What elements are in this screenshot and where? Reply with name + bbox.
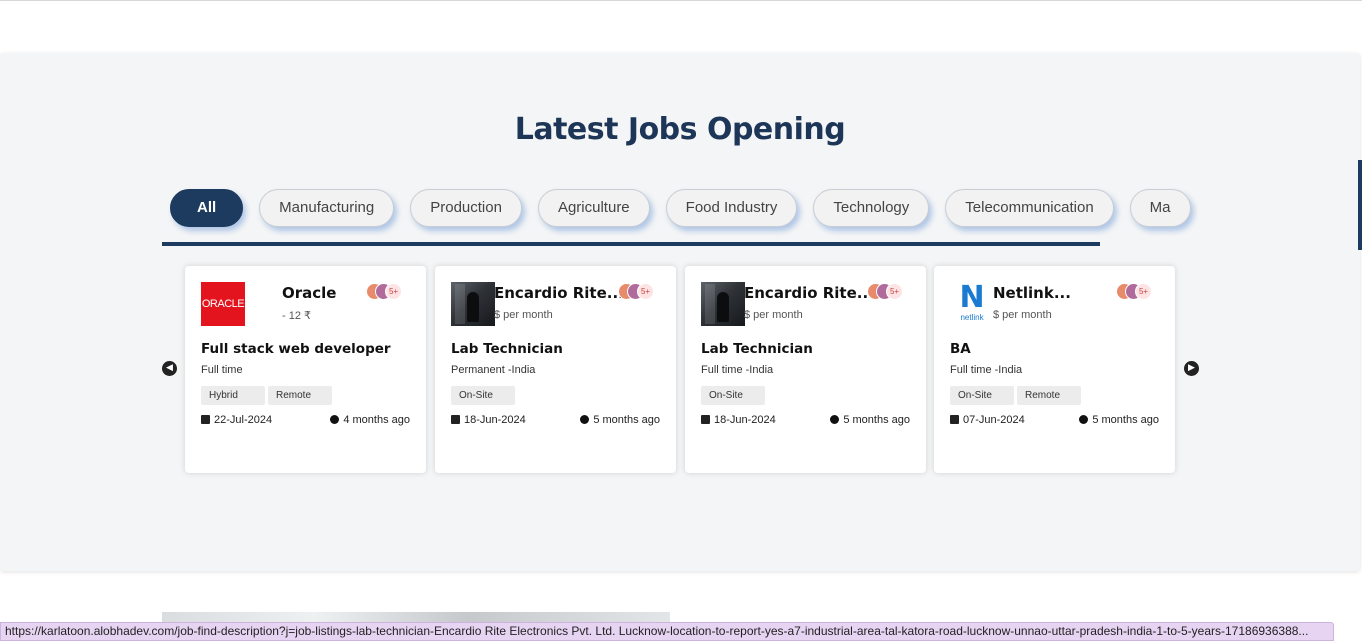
company-name: Encardio Rite... <box>744 284 874 302</box>
job-tags: On-Site <box>701 385 768 405</box>
avatar-more-count: 5+ <box>886 283 903 300</box>
clock-icon <box>580 415 590 424</box>
tag: On-Site <box>451 386 515 405</box>
company-name: Encardio Rite... <box>494 284 624 302</box>
calendar-icon <box>950 415 959 424</box>
job-tags: On-Site <box>451 385 518 405</box>
company-logo: N netlink <box>950 282 994 326</box>
tab-all[interactable]: All <box>170 189 244 227</box>
tab-telecommunication[interactable]: Telecommunication <box>945 189 1114 227</box>
side-scroll-marker <box>1358 160 1362 250</box>
job-card[interactable]: Encardio Rite... $ per month 5+ Lab Tech… <box>435 266 676 473</box>
posted-date: 18-Jun-2024 <box>701 414 776 426</box>
salary: $ per month <box>993 309 1052 321</box>
salary: $ per month <box>494 309 553 321</box>
posted-ago: 4 months ago <box>330 414 410 426</box>
tab-technology[interactable]: Technology <box>813 189 930 227</box>
applicant-avatars: 5+ <box>1116 283 1160 301</box>
avatar-more-count: 5+ <box>1135 283 1152 300</box>
tag: Hybrid <box>201 386 265 405</box>
clock-icon <box>330 415 340 424</box>
job-card[interactable]: N netlink Netlink... $ per month 5+ BA F… <box>934 266 1175 473</box>
applicant-avatars: 5+ <box>867 283 911 301</box>
posted-date: 07-Jun-2024 <box>950 414 1025 426</box>
tag: On-Site <box>701 386 765 405</box>
company-logo <box>701 282 745 326</box>
job-title[interactable]: Lab Technician <box>451 341 563 357</box>
posted-date: 18-Jun-2024 <box>451 414 526 426</box>
job-title[interactable]: Lab Technician <box>701 341 813 357</box>
tag: Remote <box>1017 386 1081 405</box>
posted-date: 22-Jul-2024 <box>201 414 272 426</box>
tab-more[interactable]: Ma <box>1129 189 1191 227</box>
job-card[interactable]: ORACLE Oracle - 12 ₹ 5+ Full stack web d… <box>185 266 426 473</box>
tab-agriculture[interactable]: Agriculture <box>537 189 650 227</box>
tag: Remote <box>268 386 332 405</box>
salary: - 12 ₹ <box>282 310 312 322</box>
applicant-avatars: 5+ <box>618 283 662 301</box>
company-logo <box>451 282 495 326</box>
link-status-bar: https://karlatoon.alobhadev.com/job-find… <box>0 622 1334 641</box>
job-type: Full time -India <box>701 364 774 376</box>
section-title: Latest Jobs Opening <box>514 112 846 147</box>
job-tags: Hybrid Remote <box>201 385 335 405</box>
calendar-icon <box>701 415 710 424</box>
avatar-more-count: 5+ <box>385 283 402 300</box>
top-border <box>0 0 1362 1</box>
job-tags: On-Site Remote <box>950 385 1084 405</box>
tag: On-Site <box>950 386 1014 405</box>
company-logo: ORACLE <box>201 282 245 326</box>
clock-icon <box>1079 415 1089 424</box>
job-title[interactable]: Full stack web developer <box>201 341 391 357</box>
tab-manufacturing[interactable]: Manufacturing <box>259 189 395 227</box>
applicant-avatars: 5+ <box>366 283 410 301</box>
salary: $ per month <box>744 309 803 321</box>
tabs-scroll-indicator <box>162 242 1100 246</box>
job-title[interactable]: BA <box>950 341 971 357</box>
posted-ago: 5 months ago <box>1079 414 1159 426</box>
chevron-right-icon[interactable]: ▶ <box>1184 361 1199 376</box>
avatar-more-count: 5+ <box>637 283 654 300</box>
job-type: Permanent -India <box>451 364 536 376</box>
chevron-left-icon[interactable]: ◀ <box>162 361 177 376</box>
job-type: Full time <box>201 364 243 376</box>
category-tabs: All Manufacturing Production Agriculture Foo… <box>162 180 1198 242</box>
posted-ago: 5 months ago <box>830 414 910 426</box>
tab-production[interactable]: Production <box>410 189 522 227</box>
company-name: Oracle <box>282 284 337 302</box>
posted-ago: 5 months ago <box>580 414 660 426</box>
tab-food-industry[interactable]: Food Industry <box>665 189 798 227</box>
calendar-icon <box>201 415 210 424</box>
job-type: Full time -India <box>950 364 1023 376</box>
job-card[interactable]: Encardio Rite... $ per month 5+ Lab Tech… <box>685 266 926 473</box>
clock-icon <box>830 415 840 424</box>
company-name: Netlink... <box>993 284 1071 302</box>
calendar-icon <box>451 415 460 424</box>
